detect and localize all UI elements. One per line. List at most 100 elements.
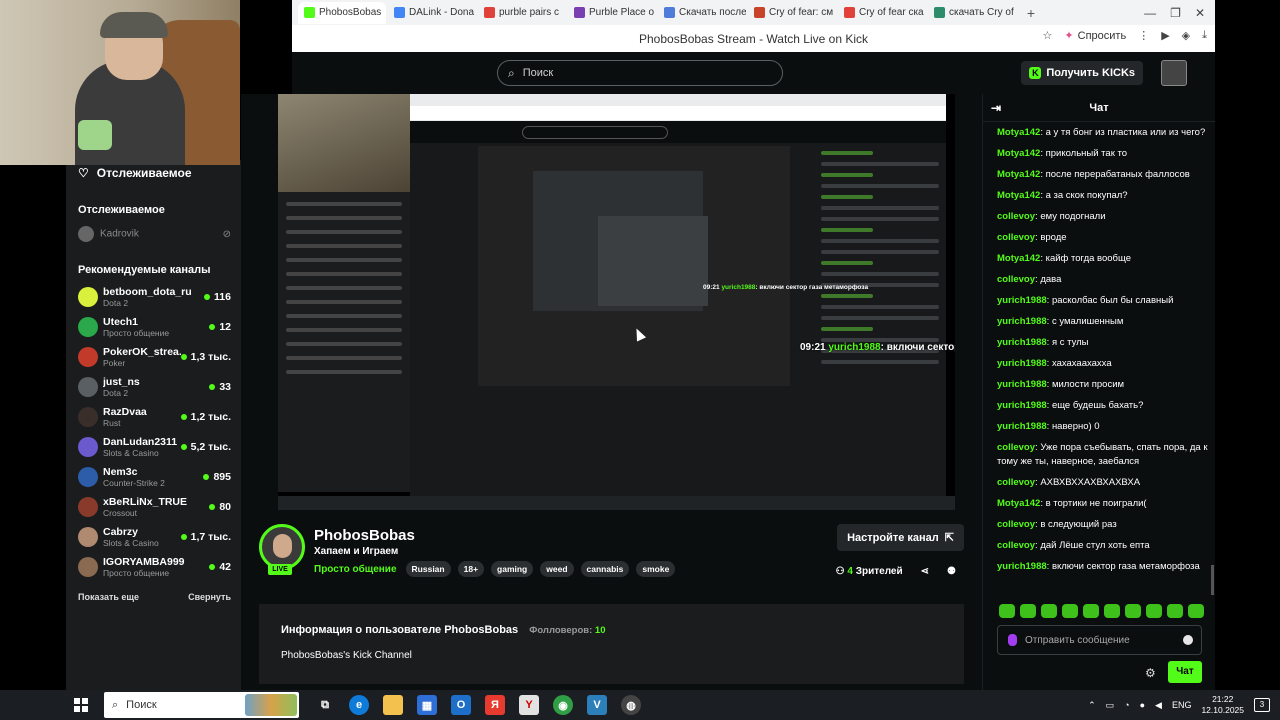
browser-tab[interactable]: Скачать после (658, 2, 746, 24)
user-avatar[interactable] (1161, 60, 1187, 86)
chevron-up-icon[interactable]: ⌃ (1088, 700, 1096, 711)
taskbar-search[interactable]: ⌕ (104, 692, 299, 718)
vpn-icon[interactable]: V (587, 695, 607, 715)
browser-tab[interactable]: Cry of fear ска (838, 2, 926, 24)
chat-username[interactable]: yurich1988 (997, 358, 1047, 369)
chat-username[interactable]: yurich1988 (997, 379, 1047, 390)
emote-icon[interactable] (1188, 604, 1204, 618)
language-indicator[interactable]: ENG (1172, 700, 1192, 710)
chat-username[interactable]: Motya142 (997, 253, 1040, 264)
emote-icon[interactable] (1167, 604, 1183, 618)
browser-tab[interactable]: purble pairs c (478, 2, 566, 24)
browser-tab[interactable]: Purble Place o (568, 2, 656, 24)
taskbar-search-input[interactable] (126, 699, 247, 711)
chat-username[interactable]: yurich1988 (997, 295, 1047, 306)
chat-username[interactable]: yurich1988 (997, 400, 1047, 411)
emote-icon[interactable] (1062, 604, 1078, 618)
edge-icon[interactable]: e (349, 695, 369, 715)
media-icon[interactable]: ▶ (1161, 29, 1169, 42)
search-box[interactable]: ⌕ (497, 60, 783, 86)
stream-tag[interactable]: smoke (636, 561, 676, 577)
ask-button[interactable]: ✦ Спросить (1064, 29, 1126, 43)
chat-username[interactable]: yurich1988 (997, 316, 1047, 327)
microphone-tray-icon[interactable]: ● (1140, 700, 1145, 710)
add-user-icon[interactable]: ⚉ (947, 566, 956, 577)
chat-input[interactable] (1025, 634, 1175, 646)
chat-username[interactable]: Motya142 (997, 498, 1040, 509)
chat-username[interactable]: Motya142 (997, 190, 1040, 201)
browser-tab[interactable]: DALink - Dona (388, 2, 476, 24)
close-button[interactable]: ✕ (1195, 6, 1205, 20)
chat-username[interactable]: Motya142 (997, 148, 1040, 159)
stream-tag[interactable]: 18+ (457, 561, 485, 577)
streamer-name[interactable]: PhobosBobas (314, 527, 415, 544)
chat-input-box[interactable] (997, 625, 1202, 655)
chat-scrollbar[interactable] (1211, 565, 1214, 595)
emote-icon[interactable] (1020, 604, 1036, 618)
sidebar-channel-item[interactable]: xBeRLiNx_TRUE Crossout 80 (78, 492, 231, 522)
chat-username[interactable]: collevoy (997, 442, 1035, 453)
chat-username[interactable]: collevoy (997, 477, 1035, 488)
new-tab-button[interactable]: + (1022, 4, 1040, 22)
yandex-icon[interactable]: Я (485, 695, 505, 715)
emote-icon[interactable] (1041, 604, 1057, 618)
search-input[interactable] (522, 67, 753, 79)
share-icon[interactable]: ⋖ (921, 566, 929, 577)
followed-channel[interactable]: Kadrovik ⊘ (78, 226, 231, 242)
chat-username[interactable]: collevoy (997, 274, 1035, 285)
show-more-link[interactable]: Показать еще (78, 592, 139, 602)
clock[interactable]: 21:22 12.10.2025 (1201, 694, 1244, 716)
sidebar-channel-item[interactable]: betboom_dota_ru Dota 2 116 (78, 282, 231, 312)
maximize-button[interactable]: ❐ (1170, 6, 1181, 20)
notifications-icon[interactable]: 3 (1254, 698, 1270, 712)
following-header[interactable]: ♡ Отслеживаемое (78, 162, 231, 184)
browser-tab[interactable]: скачать Cry of (928, 2, 1016, 24)
yandex-browser-icon[interactable]: Y (519, 695, 539, 715)
emote-icon[interactable] (1125, 604, 1141, 618)
browser-tab[interactable]: Cry of fear: см (748, 2, 836, 24)
more-icon[interactable]: ⋮ (1138, 29, 1149, 42)
store-icon[interactable]: ▦ (417, 695, 437, 715)
emote-icon[interactable] (1146, 604, 1162, 618)
collapse-link[interactable]: Свернуть (188, 592, 231, 602)
emote-icon[interactable] (999, 604, 1015, 618)
sidebar-channel-item[interactable]: Cabrzy Slots & Casino 1,7 тыс. (78, 522, 231, 552)
wifi-icon[interactable]: ◔ (1124, 700, 1129, 710)
sidebar-channel-item[interactable]: RazDvaa Rust 1,2 тыс. (78, 402, 231, 432)
obs-icon[interactable]: ◍ (621, 695, 641, 715)
chat-username[interactable]: yurich1988 (997, 561, 1047, 572)
chat-username[interactable]: collevoy (997, 519, 1035, 530)
microphone-icon[interactable] (1008, 634, 1017, 646)
chat-username[interactable]: Motya142 (997, 169, 1040, 180)
chat-username[interactable]: yurich1988 (997, 337, 1047, 348)
sidebar-channel-item[interactable]: PokerOK_strea... Poker 1,3 тыс. (78, 342, 231, 372)
task-view-icon[interactable]: ⧉ (315, 695, 335, 715)
minimize-button[interactable]: — (1144, 6, 1156, 20)
chat-username[interactable]: collevoy (997, 232, 1035, 243)
emote-icon[interactable] (1083, 604, 1099, 618)
sidebar-channel-item[interactable]: Nem3c Counter-Strike 2 895 (78, 462, 231, 492)
browser-tab[interactable]: PhobosBobas (298, 1, 386, 24)
setup-channel-button[interactable]: Настройте канал ⇱ (837, 524, 964, 551)
emoji-icon[interactable] (1183, 635, 1193, 645)
bookmark-icon[interactable]: ☆ (1043, 29, 1053, 42)
video-player[interactable]: 09:21 yurich1988: включи сектор газа мет… (278, 94, 955, 510)
stream-tag[interactable]: Russian (405, 561, 451, 577)
gear-icon[interactable]: ⚙ (1145, 666, 1156, 680)
stream-tag[interactable]: cannabis (580, 561, 630, 577)
chat-username[interactable]: collevoy (997, 540, 1035, 551)
outlook-icon[interactable]: O (451, 695, 471, 715)
get-kicks-button[interactable]: K Получить KICKs (1021, 61, 1143, 85)
download-icon[interactable]: ⤓ (1202, 29, 1207, 42)
sidebar-channel-item[interactable]: Utech1 Просто общение 12 (78, 312, 231, 342)
windows-start-icon[interactable] (74, 698, 94, 712)
sidebar-channel-item[interactable]: just_ns Dota 2 33 (78, 372, 231, 402)
stream-tag[interactable]: weed (540, 561, 574, 577)
chat-username[interactable]: collevoy (997, 211, 1035, 222)
stream-tag[interactable]: gaming (491, 561, 534, 577)
stream-category[interactable]: Просто общение (314, 564, 397, 575)
sidebar-channel-item[interactable]: IGORYAMBA999 Просто общение 42 (78, 552, 231, 582)
emote-icon[interactable] (1104, 604, 1120, 618)
sidebar-channel-item[interactable]: DanLudan2311 Slots & Casino 5,2 тыс. (78, 432, 231, 462)
extensions-icon[interactable]: ◈ (1182, 29, 1190, 42)
